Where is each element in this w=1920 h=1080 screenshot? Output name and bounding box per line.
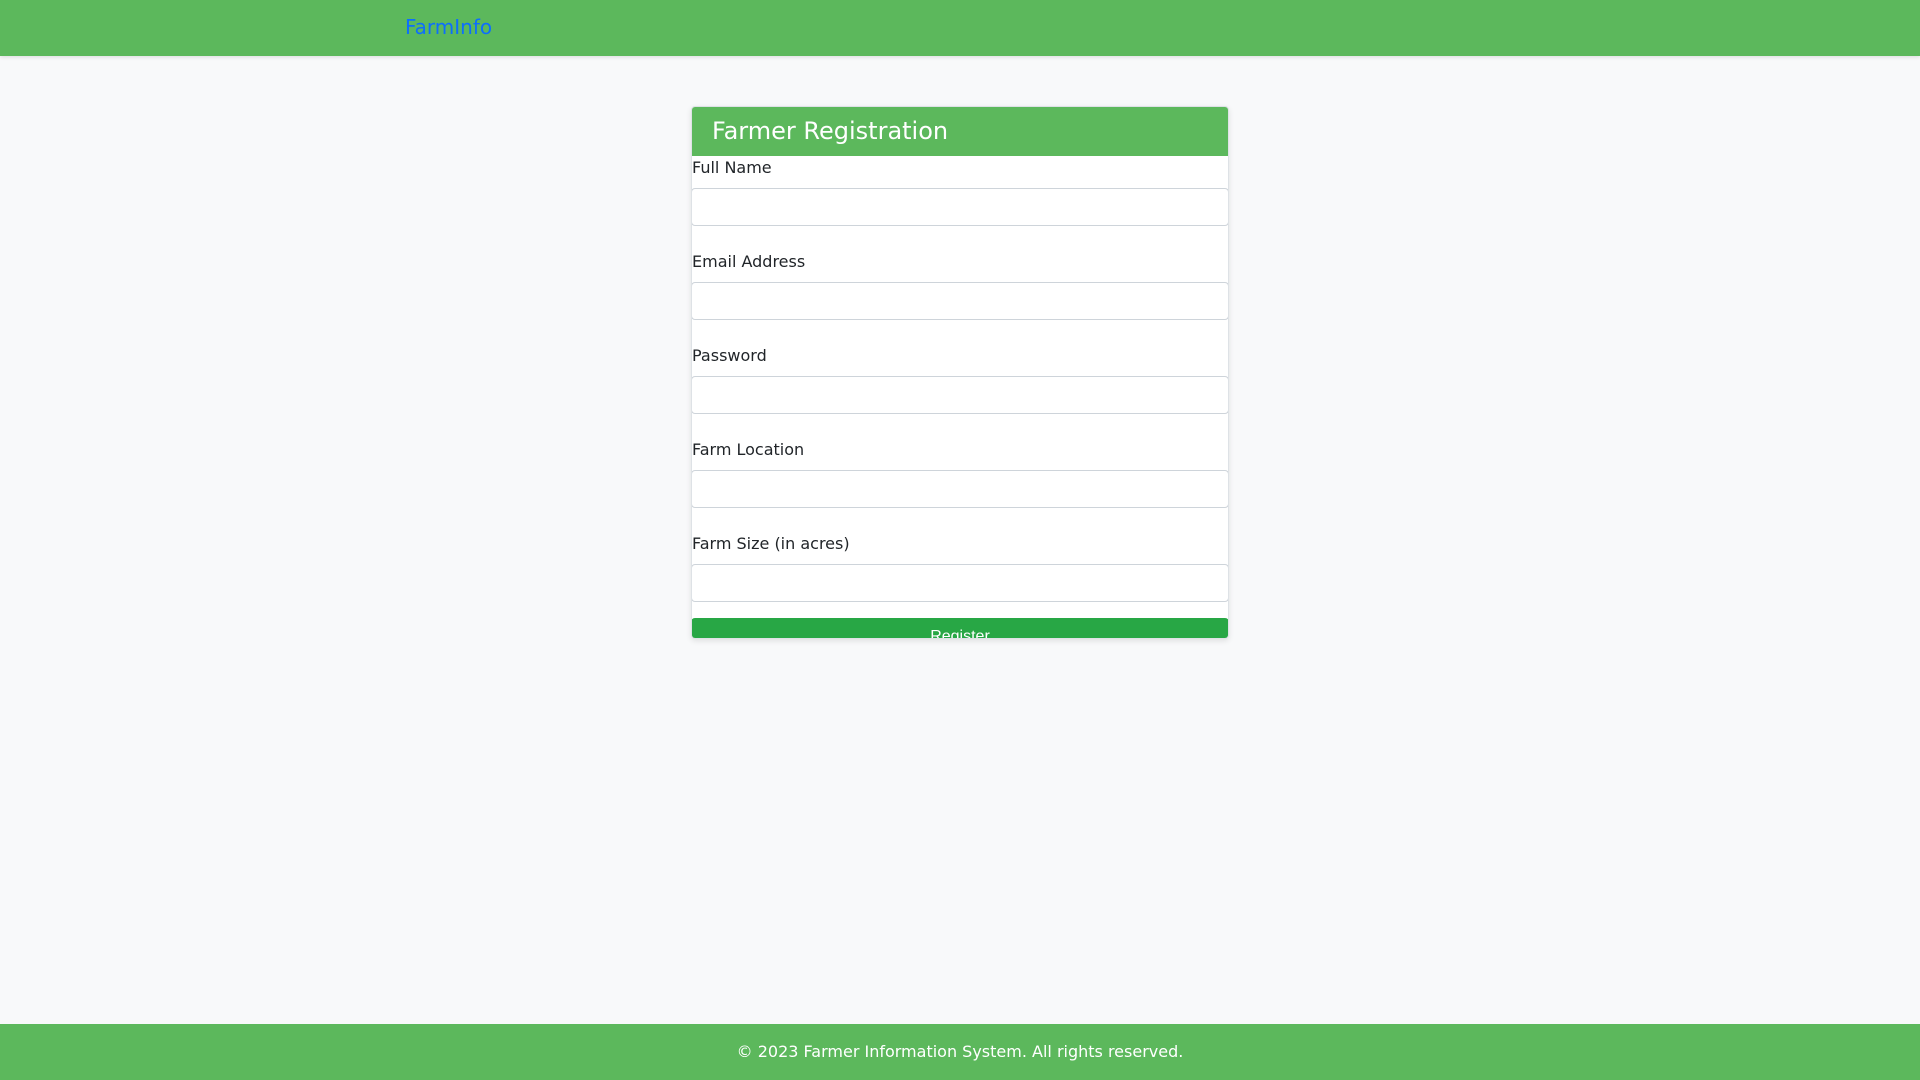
footer-copyright: © 2023 Farmer Information System. All ri… [736, 1042, 1184, 1061]
card-title: Farmer Registration [692, 107, 1228, 156]
farm-location-group: Farm Location [692, 438, 1228, 508]
password-group: Password [692, 344, 1228, 414]
registration-card: Farmer Registration Full Name Email Addr… [691, 106, 1229, 639]
brand-link[interactable]: FarmInfo [405, 13, 492, 41]
farm-size-label: Farm Size (in acres) [692, 534, 850, 553]
email-input[interactable] [692, 282, 1228, 320]
password-input[interactable] [692, 376, 1228, 414]
full-name-label: Full Name [692, 158, 772, 177]
register-button[interactable]: Register [692, 618, 1228, 638]
footer: © 2023 Farmer Information System. All ri… [0, 1024, 1920, 1080]
farm-size-group: Farm Size (in acres) [692, 532, 1228, 602]
email-group: Email Address [692, 250, 1228, 320]
full-name-group: Full Name [692, 156, 1228, 226]
farm-location-input[interactable] [692, 470, 1228, 508]
navbar: FarmInfo [0, 0, 1920, 56]
farm-location-label: Farm Location [692, 440, 805, 459]
password-label: Password [692, 346, 767, 365]
farm-size-input[interactable] [692, 564, 1228, 602]
email-label: Email Address [692, 252, 806, 271]
registration-form: Full Name Email Address Password Farm Lo… [692, 156, 1228, 638]
full-name-input[interactable] [692, 188, 1228, 226]
